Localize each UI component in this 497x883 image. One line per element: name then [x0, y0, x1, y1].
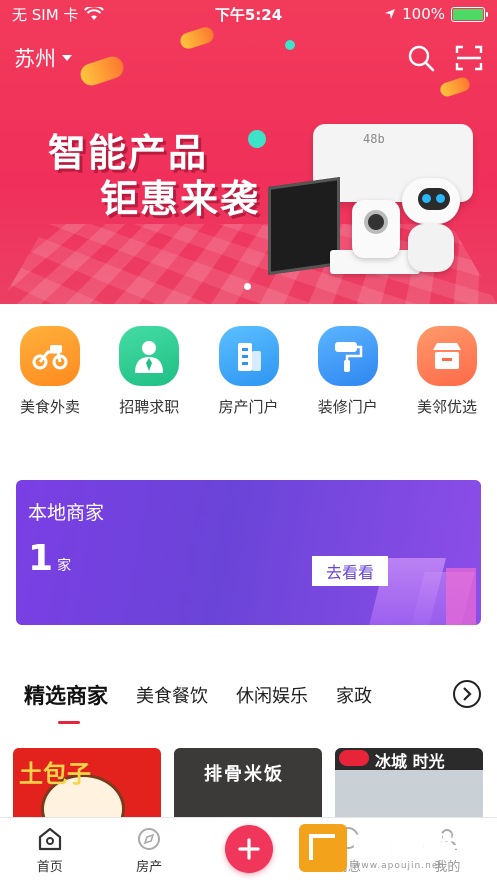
tab-housekeeping[interactable]: 家政: [336, 682, 372, 708]
shop-card[interactable]: 冰城 时光: [335, 748, 483, 820]
carousel-dot[interactable]: [244, 283, 251, 290]
decor-pill: [438, 75, 472, 99]
shop-list: 土包子 排骨米饭 冰城 时光: [13, 748, 493, 820]
category-label: 房产门户: [218, 398, 279, 416]
paint-roller-icon: [317, 326, 378, 386]
motorbike-icon: [20, 326, 80, 386]
nav-realestate[interactable]: 房产: [99, 818, 198, 883]
category-label: 美食外卖: [19, 398, 80, 416]
shop-logo: [339, 750, 369, 766]
banner-line-2: 钜惠来袭: [100, 177, 261, 221]
shop-sign: 排骨米饭: [204, 764, 284, 785]
category-neighbor-select[interactable]: 美邻优选: [411, 326, 483, 426]
city-name: 苏州: [14, 47, 56, 71]
watermark-title: 欧金软件园: [353, 831, 488, 860]
battery-icon: [451, 6, 488, 22]
merchant-tabs: 精选商家 美食餐饮 休闲娱乐 家政: [0, 670, 497, 724]
local-merchants-card[interactable]: 本地商家 1 家 去看看: [16, 480, 481, 625]
shop-icon: [417, 326, 477, 386]
banner-line-1: 智能产品: [48, 131, 209, 175]
go-see-button[interactable]: 去看看: [312, 556, 388, 586]
top-bar: 苏州: [0, 38, 497, 78]
shop-card[interactable]: 排骨米饭: [174, 748, 322, 820]
watermark-url: www.apoujin.net: [353, 860, 443, 871]
compass-icon: [138, 828, 161, 850]
nav-label: 首页: [36, 860, 63, 875]
category-food-delivery[interactable]: 美食外卖: [14, 326, 86, 426]
watermark-logo-icon: [299, 824, 347, 872]
camera-image: [352, 200, 400, 258]
local-merchants-title: 本地商家: [28, 502, 105, 524]
category-renovation[interactable]: 装修门户: [312, 326, 384, 426]
merchant-count: 1 家: [28, 538, 71, 579]
tab-leisure[interactable]: 休闲娱乐: [236, 682, 308, 708]
plus-icon: [224, 825, 273, 873]
tab-food[interactable]: 美食餐饮: [136, 682, 208, 708]
scale-display: 48b: [363, 132, 385, 146]
watermark: 欧金软件园 www.apoujin.net: [299, 819, 489, 877]
tabs-next-button[interactable]: [453, 680, 481, 708]
building-icon: [218, 326, 279, 386]
shop-card[interactable]: 土包子: [13, 748, 161, 820]
status-bar: 无 SIM 卡 下午5:24 100%: [0, 0, 497, 28]
chevron-right-icon: [463, 687, 472, 701]
category-label: 美邻优选: [416, 398, 477, 416]
caret-down-icon: [62, 55, 72, 61]
merchant-count-unit: 家: [57, 558, 72, 574]
merchant-count-number: 1: [28, 538, 54, 579]
status-time: 下午5:24: [214, 5, 283, 24]
nav-home[interactable]: 首页: [0, 818, 99, 883]
shop-sign: 土包子: [19, 760, 91, 788]
nav-label: 房产: [136, 860, 163, 875]
nav-publish[interactable]: [199, 818, 298, 883]
home-icon: [38, 827, 61, 851]
category-label: 装修门户: [317, 398, 378, 416]
banner-headline: 智能产品 钜惠来袭: [48, 130, 260, 222]
scan-icon[interactable]: [455, 44, 483, 72]
city-selector[interactable]: 苏州: [14, 43, 72, 73]
search-icon[interactable]: [407, 44, 435, 72]
person-tie-icon: [119, 326, 180, 386]
category-grid: 美食外卖 招聘求职 房产门户 装修门户 美邻优选: [0, 326, 497, 426]
robot-image: [398, 178, 464, 274]
decor-building: [446, 568, 476, 625]
category-real-estate[interactable]: 房产门户: [213, 326, 285, 426]
category-jobs[interactable]: 招聘求职: [113, 326, 185, 426]
tab-featured[interactable]: 精选商家: [24, 680, 108, 724]
category-label: 招聘求职: [119, 398, 180, 416]
